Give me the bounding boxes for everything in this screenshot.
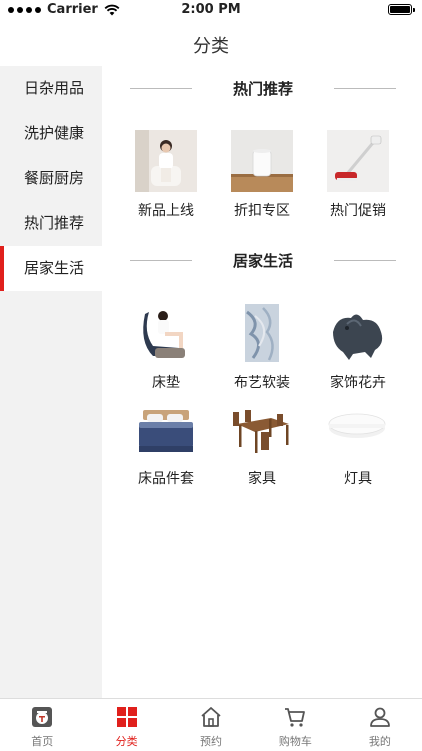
category-label: 床垫 xyxy=(152,375,180,391)
tab-profile[interactable]: 我的 xyxy=(338,699,422,751)
status-time: 2:00 PM xyxy=(181,2,241,17)
category-bedding-sets[interactable]: 床品件套 xyxy=(118,398,214,488)
humidifier-photo xyxy=(231,130,293,192)
sidebar-item-label: 热门推荐 xyxy=(24,214,85,232)
category-label: 新品上线 xyxy=(138,203,194,219)
battery-icon xyxy=(388,4,415,15)
sidebar-item-label: 洗护健康 xyxy=(24,124,85,142)
sidebar-item-daily-goods[interactable]: 日杂用品 xyxy=(0,66,102,111)
tab-booking[interactable]: 预约 xyxy=(169,699,253,751)
tab-home[interactable]: 首页 xyxy=(0,699,84,751)
category-lighting[interactable]: 灯具 xyxy=(310,398,406,488)
massage-chair-photo xyxy=(135,302,197,364)
tab-bar: 首页 分类 预约 购物车 我的 xyxy=(0,698,422,751)
sidebar-item-kitchen[interactable]: 餐厨厨房 xyxy=(0,156,102,201)
category-promotions[interactable]: 热门促销 xyxy=(310,130,406,220)
tab-label: 首页 xyxy=(31,735,54,748)
dining-table-photo xyxy=(231,398,293,460)
tab-label: 我的 xyxy=(368,735,391,748)
sidebar-item-label: 餐厨厨房 xyxy=(24,169,85,187)
category-discounts[interactable]: 折扣专区 xyxy=(214,130,310,220)
status-right xyxy=(388,4,415,15)
vacuum-cleaner-photo xyxy=(327,130,389,192)
sidebar-item-health-care[interactable]: 洗护健康 xyxy=(0,111,102,156)
page-title: 分类 xyxy=(193,36,229,57)
tab-category[interactable]: 分类 xyxy=(84,699,168,751)
category-label: 折扣专区 xyxy=(234,203,290,219)
house-icon xyxy=(201,707,221,727)
category-new-arrivals[interactable]: 新品上线 xyxy=(118,130,214,220)
person-icon xyxy=(369,707,390,727)
cart-icon xyxy=(285,708,306,727)
section-header-home: 居家生活 xyxy=(130,250,396,270)
status-bar: Carrier 2:00 PM xyxy=(0,0,422,22)
tab-label: 预约 xyxy=(200,735,223,748)
tab-label: 分类 xyxy=(115,735,138,748)
divider-line xyxy=(130,259,192,261)
woman-sitting-photo xyxy=(135,130,197,192)
ceiling-lamp-photo xyxy=(327,398,389,460)
category-label: 热门促销 xyxy=(330,203,386,219)
statue-photo xyxy=(327,302,389,364)
section-header-hot: 热门推荐 xyxy=(130,78,396,98)
category-mattress[interactable]: 床垫 xyxy=(118,302,214,392)
category-label: 灯具 xyxy=(344,471,372,487)
divider-line xyxy=(333,87,396,89)
category-label: 家饰花卉 xyxy=(330,375,386,391)
tab-label: 购物车 xyxy=(278,735,312,748)
section-title: 热门推荐 xyxy=(232,79,293,98)
bedding-photo xyxy=(135,398,197,460)
category-label: 家具 xyxy=(248,471,276,487)
sidebar-item-home-living[interactable]: 居家生活 xyxy=(0,246,102,291)
category-sidebar: 日杂用品 洗护健康 餐厨厨房 热门推荐 居家生活 xyxy=(0,66,102,698)
tab-cart[interactable]: 购物车 xyxy=(253,699,337,751)
divider-line xyxy=(333,259,396,261)
category-soft-furnishings[interactable]: 布艺软装 xyxy=(214,302,310,392)
category-label: 床品件套 xyxy=(138,471,194,487)
category-furniture[interactable]: 家具 xyxy=(214,398,310,488)
section-title: 居家生活 xyxy=(232,251,293,270)
category-decor-flowers[interactable]: 家饰花卉 xyxy=(310,302,406,392)
category-label: 布艺软装 xyxy=(234,375,290,391)
sidebar-item-hot-picks[interactable]: 热门推荐 xyxy=(0,201,102,246)
divider-line xyxy=(130,87,192,89)
category-grid-icon xyxy=(116,707,137,727)
sidebar-item-label: 居家生活 xyxy=(24,259,85,277)
home-logo-icon xyxy=(32,707,53,727)
rug-photo xyxy=(231,302,293,364)
sidebar-item-label: 日杂用品 xyxy=(24,79,85,97)
